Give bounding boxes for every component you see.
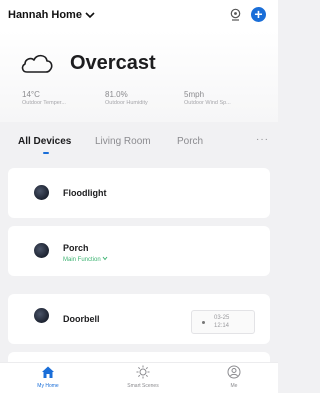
device-name: Floodlight xyxy=(63,188,107,198)
tab-label: My Home xyxy=(37,383,59,389)
tab-label: Smart Scenes xyxy=(127,383,159,389)
snapshot-date: 03-25 xyxy=(214,315,230,321)
temperature-label: Outdoor Temper... xyxy=(22,100,66,106)
device-icon xyxy=(34,185,49,200)
device-card-porch[interactable]: Porch Main Function xyxy=(8,226,270,276)
active-tab-indicator xyxy=(43,152,49,154)
device-icon xyxy=(34,243,49,258)
device-card-floodlight[interactable]: Floodlight xyxy=(8,168,270,218)
tab-label: Me xyxy=(230,383,238,389)
tab-all-devices[interactable]: All Devices xyxy=(18,136,71,147)
temperature-stat: 14°C Outdoor Temper... xyxy=(22,90,66,106)
sun-icon xyxy=(136,365,150,379)
wind-value: 5mph xyxy=(184,90,205,99)
snapshot-time: 03-25 12:14 xyxy=(214,314,229,330)
humidity-label: Outdoor Humidity xyxy=(105,100,148,106)
wind-stat: 5mph Outdoor Wind Sp... xyxy=(184,90,231,106)
device-name: Porch xyxy=(63,243,89,253)
chevron-down-icon xyxy=(102,256,108,261)
humidity-stat: 81.0% Outdoor Humidity xyxy=(105,90,148,106)
message-icon[interactable] xyxy=(229,8,242,21)
home-name: Hannah Home xyxy=(8,9,82,21)
main-function-label: Main Function xyxy=(63,257,101,263)
cloud-icon xyxy=(21,54,53,73)
tab-my-home[interactable]: My Home xyxy=(18,363,78,393)
user-icon xyxy=(227,365,241,379)
tab-porch[interactable]: Porch xyxy=(177,136,203,147)
device-name: Doorbell xyxy=(63,314,100,324)
chevron-down-icon xyxy=(85,12,95,19)
plus-icon: + xyxy=(254,6,263,22)
temperature-value: 14°C xyxy=(22,90,40,99)
add-device-button[interactable]: + xyxy=(251,7,266,22)
weather-panel: Overcast 14°C Outdoor Temper... 81.0% Ou… xyxy=(0,30,278,122)
main-function-link[interactable]: Main Function xyxy=(63,256,108,263)
snapshot-clock: 12:14 xyxy=(214,323,230,329)
room-tabs: All Devices Living Room Porch ··· xyxy=(0,122,278,174)
device-icon xyxy=(34,308,49,323)
bottom-tab-bar: My Home Smart Scenes Me xyxy=(0,362,278,393)
home-icon xyxy=(42,366,54,378)
tab-living-room[interactable]: Living Room xyxy=(95,136,151,147)
device-card-doorbell[interactable]: Doorbell 03-25 12:14 xyxy=(8,294,270,344)
doorbell-snapshot[interactable]: 03-25 12:14 xyxy=(191,310,255,334)
wind-label: Outdoor Wind Sp... xyxy=(184,100,231,106)
tab-me[interactable]: Me xyxy=(204,363,264,393)
more-tabs-button[interactable]: ··· xyxy=(256,134,269,145)
humidity-value: 81.0% xyxy=(105,90,128,99)
home-selector[interactable]: Hannah Home xyxy=(8,9,95,21)
top-bar: Hannah Home + xyxy=(0,0,278,30)
tab-smart-scenes[interactable]: Smart Scenes xyxy=(113,363,173,393)
weather-condition: Overcast xyxy=(70,52,156,74)
device-card-partial[interactable] xyxy=(8,352,270,362)
record-dot-icon xyxy=(202,321,205,324)
